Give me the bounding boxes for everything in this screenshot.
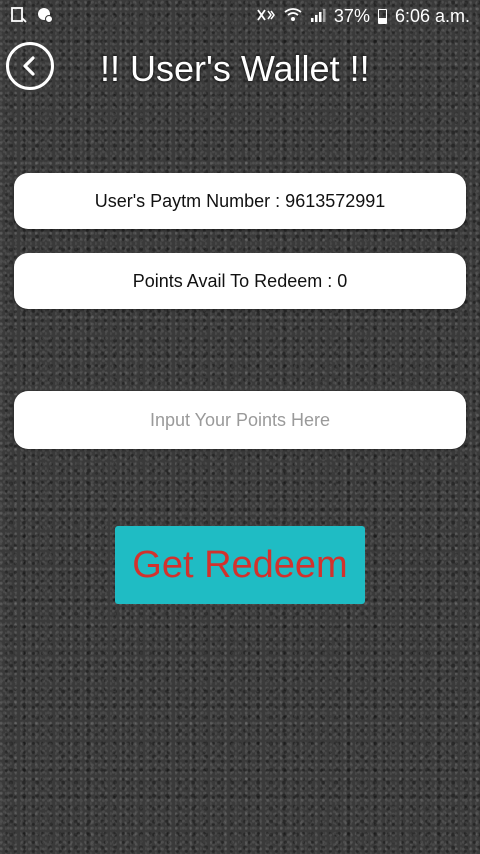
- status-time: 6:06 a.m.: [394, 6, 470, 26]
- status-bar: 37% 6:06 a.m.: [0, 0, 480, 33]
- paytm-number-card: User's Paytm Number : 9613572991: [14, 173, 466, 229]
- points-input[interactable]: [14, 391, 466, 449]
- screen-record-icon: [10, 6, 28, 28]
- status-right: 37% 6:06 a.m.: [256, 6, 470, 27]
- notification-icon: [36, 6, 54, 28]
- battery-percent: 37%: [333, 6, 370, 26]
- back-button[interactable]: [6, 42, 54, 90]
- mute-icon: [256, 7, 276, 27]
- battery-icon: [377, 9, 387, 24]
- header: !! User's Wallet !!: [0, 40, 480, 100]
- get-redeem-button[interactable]: Get Redeem: [115, 526, 365, 604]
- points-avail-text: Points Avail To Redeem : 0: [132, 270, 348, 291]
- page-title: !! User's Wallet !!: [100, 48, 370, 89]
- chevron-left-icon: [23, 56, 35, 76]
- wifi-icon: [284, 7, 302, 27]
- points-avail-card: Points Avail To Redeem : 0: [14, 253, 466, 309]
- status-left: [10, 6, 54, 28]
- paytm-number-text: User's Paytm Number : 9613572991: [94, 190, 386, 211]
- signal-icon: [310, 7, 326, 27]
